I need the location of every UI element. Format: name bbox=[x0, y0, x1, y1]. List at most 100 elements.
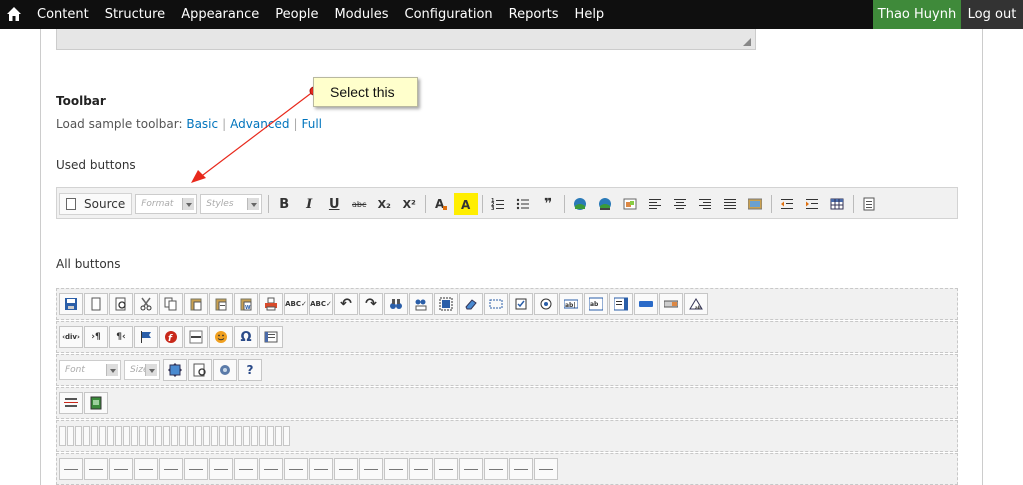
vertical-separator-item[interactable] bbox=[283, 426, 290, 446]
source-button[interactable]: Source bbox=[59, 193, 133, 215]
vertical-separator-item[interactable] bbox=[171, 426, 178, 446]
horizontal-separator-item[interactable] bbox=[384, 458, 408, 480]
align-center-button[interactable] bbox=[668, 193, 692, 215]
vertical-separator-item[interactable] bbox=[179, 426, 186, 446]
vertical-separator-item[interactable] bbox=[115, 426, 122, 446]
horizontal-separator-item[interactable] bbox=[159, 458, 183, 480]
horizontal-rule-button[interactable] bbox=[184, 326, 208, 348]
vertical-separator-item[interactable] bbox=[163, 426, 170, 446]
styles-select[interactable]: Styles bbox=[200, 194, 263, 214]
image-button[interactable] bbox=[618, 193, 642, 215]
find-button[interactable] bbox=[384, 293, 408, 315]
horizontal-separator-item[interactable] bbox=[509, 458, 533, 480]
bulleted-list-button[interactable] bbox=[511, 193, 535, 215]
home-icon[interactable] bbox=[5, 5, 23, 23]
size-select[interactable]: Size bbox=[124, 360, 160, 380]
vertical-separator-item[interactable] bbox=[139, 426, 146, 446]
user-account-link[interactable]: Thao Huynh bbox=[873, 0, 961, 29]
vertical-separator-item[interactable] bbox=[203, 426, 210, 446]
save-button[interactable] bbox=[59, 293, 83, 315]
horizontal-separator-item[interactable] bbox=[184, 458, 208, 480]
subscript-button[interactable]: X₂ bbox=[372, 193, 396, 215]
menu-item-help[interactable]: Help bbox=[567, 0, 613, 29]
remove-format-button[interactable] bbox=[459, 293, 483, 315]
menu-item-modules[interactable]: Modules bbox=[326, 0, 396, 29]
logout-link[interactable]: Log out bbox=[961, 0, 1023, 29]
show-blocks-button[interactable] bbox=[188, 359, 212, 381]
underline-button[interactable]: U bbox=[322, 193, 346, 215]
sample-advanced-link[interactable]: Advanced bbox=[230, 117, 289, 131]
superscript-button[interactable]: X² bbox=[397, 193, 421, 215]
italic-button[interactable]: I bbox=[297, 193, 321, 215]
horizontal-separator-item[interactable] bbox=[309, 458, 333, 480]
sample-full-link[interactable]: Full bbox=[302, 117, 323, 131]
menu-item-structure[interactable]: Structure bbox=[97, 0, 173, 29]
about-button[interactable] bbox=[213, 359, 237, 381]
replace-button[interactable] bbox=[409, 293, 433, 315]
horizontal-separator-item[interactable] bbox=[259, 458, 283, 480]
link-button[interactable] bbox=[568, 193, 592, 215]
vertical-separator-item[interactable] bbox=[147, 426, 154, 446]
horizontal-separator-item[interactable] bbox=[434, 458, 458, 480]
radio-button[interactable] bbox=[534, 293, 558, 315]
paste-word-button[interactable]: W bbox=[234, 293, 258, 315]
unlink-button[interactable] bbox=[593, 193, 617, 215]
vertical-separator-item[interactable] bbox=[243, 426, 250, 446]
hidden-field-button[interactable]: ab bbox=[684, 293, 708, 315]
horizontal-separator-item[interactable] bbox=[409, 458, 433, 480]
vertical-separator-item[interactable] bbox=[131, 426, 138, 446]
textarea-button[interactable]: ab bbox=[584, 293, 608, 315]
vertical-separator-item[interactable] bbox=[235, 426, 242, 446]
blockquote-button[interactable]: ❞ bbox=[536, 193, 560, 215]
media-embed-button[interactable] bbox=[84, 392, 108, 414]
vertical-separator-item[interactable] bbox=[251, 426, 258, 446]
menu-item-appearance[interactable]: Appearance bbox=[173, 0, 267, 29]
spell-check-as-you-type-button[interactable]: ABC✓ bbox=[309, 293, 333, 315]
help-button[interactable]: ? bbox=[238, 359, 262, 381]
flash-button[interactable]: f bbox=[159, 326, 183, 348]
new-page-button[interactable] bbox=[84, 293, 108, 315]
copy-button[interactable] bbox=[159, 293, 183, 315]
checkbox-button[interactable] bbox=[509, 293, 533, 315]
background-color-button[interactable]: A bbox=[454, 193, 479, 215]
vertical-separator-item[interactable] bbox=[75, 426, 82, 446]
vertical-separator-item[interactable] bbox=[211, 426, 218, 446]
justify-button[interactable] bbox=[718, 193, 742, 215]
vertical-separator-item[interactable] bbox=[195, 426, 202, 446]
print-button[interactable] bbox=[259, 293, 283, 315]
horizontal-separator-item[interactable] bbox=[59, 458, 83, 480]
menu-item-people[interactable]: People bbox=[267, 0, 326, 29]
page-break-insert-button[interactable] bbox=[59, 392, 83, 414]
anchor-button[interactable] bbox=[134, 326, 158, 348]
align-left-button[interactable] bbox=[643, 193, 667, 215]
horizontal-separator-item[interactable] bbox=[84, 458, 108, 480]
vertical-separator-item[interactable] bbox=[91, 426, 98, 446]
vertical-separator-item[interactable] bbox=[227, 426, 234, 446]
horizontal-separator-item[interactable] bbox=[534, 458, 558, 480]
vertical-separator-item[interactable] bbox=[267, 426, 274, 446]
text-color-button[interactable]: A bbox=[429, 193, 453, 215]
vertical-separator-item[interactable] bbox=[83, 426, 90, 446]
text-field-button[interactable]: ab| bbox=[559, 293, 583, 315]
select-all-button[interactable] bbox=[434, 293, 458, 315]
align-right-button[interactable] bbox=[693, 193, 717, 215]
textarea-resizable[interactable] bbox=[56, 29, 756, 50]
horizontal-separator-item[interactable] bbox=[334, 458, 358, 480]
bold-button[interactable]: B bbox=[272, 193, 296, 215]
paste-text-button[interactable] bbox=[209, 293, 233, 315]
sample-basic-link[interactable]: Basic bbox=[186, 117, 218, 131]
outdent-button[interactable] bbox=[775, 193, 799, 215]
special-char-button[interactable]: Ω bbox=[234, 326, 258, 348]
vertical-separator-item[interactable] bbox=[155, 426, 162, 446]
smiley-button[interactable] bbox=[209, 326, 233, 348]
create-div-button[interactable]: ‹div› bbox=[59, 326, 83, 348]
strikethrough-button[interactable]: abc bbox=[347, 193, 371, 215]
cut-button[interactable] bbox=[134, 293, 158, 315]
vertical-separator-item[interactable] bbox=[59, 426, 66, 446]
horizontal-separator-item[interactable] bbox=[109, 458, 133, 480]
vertical-separator-item[interactable] bbox=[219, 426, 226, 446]
spell-check-button[interactable]: ABC✓ bbox=[284, 293, 308, 315]
paste-button[interactable] bbox=[184, 293, 208, 315]
horizontal-separator-item[interactable] bbox=[234, 458, 258, 480]
vertical-separator-item[interactable] bbox=[99, 426, 106, 446]
